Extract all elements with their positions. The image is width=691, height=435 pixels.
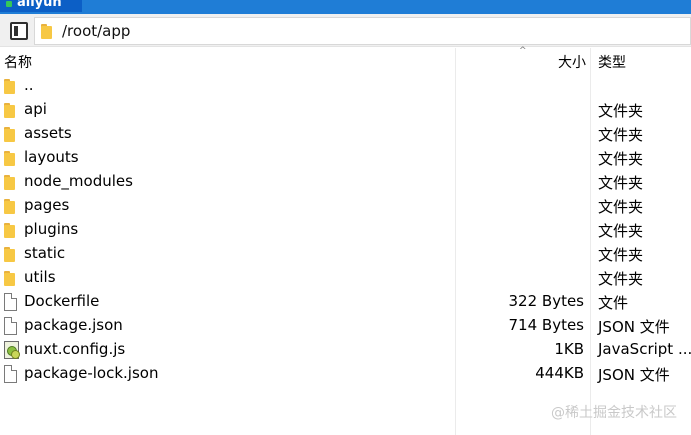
file-icon-cell [4, 149, 15, 167]
file-icon-cell [4, 101, 15, 119]
session-tab-label: aliyun [17, 0, 62, 10]
file-icon-cell [4, 293, 17, 311]
file-row[interactable]: Dockerfile 322 Bytes 文件 [0, 290, 691, 314]
file-row[interactable]: assets 文件夹 [0, 122, 691, 146]
folder-icon [4, 198, 15, 214]
column-type-header[interactable]: 类型 [598, 52, 626, 72]
path-text: /root/app [62, 22, 131, 40]
file-row[interactable]: static 文件夹 [0, 242, 691, 266]
file-name: node_modules [24, 172, 133, 190]
file-row[interactable]: layouts 文件夹 [0, 146, 691, 170]
file-row[interactable]: package-lock.json 444KB JSON 文件 [0, 362, 691, 386]
column-size-header[interactable]: 大小 [500, 52, 586, 72]
file-row[interactable]: package.json 714 Bytes JSON 文件 [0, 314, 691, 338]
file-name: api [24, 100, 47, 118]
file-type: 文件夹 [598, 126, 644, 144]
file-type: JSON 文件 [598, 366, 670, 384]
file-icon-cell [4, 77, 15, 95]
file-icon-cell [4, 197, 15, 215]
folder-icon [4, 150, 15, 166]
top-strip [0, 0, 691, 14]
file-size: 714 Bytes [508, 316, 585, 334]
file-name: .. [24, 76, 34, 94]
file-type: 文件夹 [598, 102, 644, 120]
path-input[interactable]: /root/app [34, 17, 691, 45]
file-type: 文件 [598, 294, 629, 312]
file-type: 文件夹 [598, 198, 644, 216]
file-name: package-lock.json [24, 364, 159, 382]
file-name: plugins [24, 220, 79, 238]
session-tab[interactable]: aliyun [0, 0, 82, 12]
file-row[interactable]: node_modules 文件夹 [0, 170, 691, 194]
file-size: 1KB [554, 340, 584, 358]
folder-icon [4, 78, 15, 94]
path-bar: /root/app [0, 14, 691, 47]
file-icon [4, 365, 17, 383]
file-size: 444KB [535, 364, 584, 382]
file-type: 文件夹 [598, 246, 644, 264]
file-icon-cell [4, 245, 15, 263]
file-type: 文件夹 [598, 270, 644, 288]
file-row[interactable]: .. [0, 74, 691, 98]
panel-toggle-button[interactable] [10, 22, 28, 40]
file-type: 文件夹 [598, 150, 644, 168]
file-name: package.json [24, 316, 123, 334]
file-name: nuxt.config.js [24, 340, 126, 358]
file-type: 文件夹 [598, 222, 644, 240]
watermark: @稀土掘金技术社区 [551, 405, 677, 421]
file-row[interactable]: nuxt.config.js 1KB JavaScript ... [0, 338, 691, 362]
file-icon-cell [4, 221, 15, 239]
session-status-icon [6, 1, 12, 7]
file-icon-cell [4, 341, 20, 359]
file-name: layouts [24, 148, 79, 166]
file-icon [4, 293, 17, 311]
file-icon-cell [4, 173, 15, 191]
file-icon-cell [4, 125, 15, 143]
file-row[interactable]: utils 文件夹 [0, 266, 691, 290]
folder-icon [4, 270, 15, 286]
folder-icon [4, 102, 15, 118]
column-header: 名称 ^ 大小 类型 [0, 46, 691, 72]
folder-icon [41, 23, 52, 39]
file-name: pages [24, 196, 70, 214]
file-icon-cell [4, 317, 17, 335]
file-name: assets [24, 124, 72, 142]
file-row[interactable]: pages 文件夹 [0, 194, 691, 218]
file-size: 322 Bytes [508, 292, 585, 310]
file-type: JSON 文件 [598, 318, 670, 336]
folder-icon [4, 174, 15, 190]
script-icon [4, 341, 20, 359]
file-name: utils [24, 268, 56, 286]
folder-icon [4, 126, 15, 142]
file-icon [4, 317, 17, 335]
file-name: static [24, 244, 66, 262]
file-name: Dockerfile [24, 292, 100, 310]
file-row[interactable]: api 文件夹 [0, 98, 691, 122]
folder-icon [4, 222, 15, 238]
file-icon-cell [4, 269, 15, 287]
file-list: .. api 文件夹 assets 文件夹 layouts 文件夹 node_modules 文… [0, 74, 691, 386]
file-type: 文件夹 [598, 174, 644, 192]
file-row[interactable]: plugins 文件夹 [0, 218, 691, 242]
folder-icon [4, 246, 15, 262]
file-icon-cell [4, 365, 17, 383]
file-type: JavaScript ... [598, 340, 691, 358]
column-name-header[interactable]: 名称 [4, 52, 32, 72]
